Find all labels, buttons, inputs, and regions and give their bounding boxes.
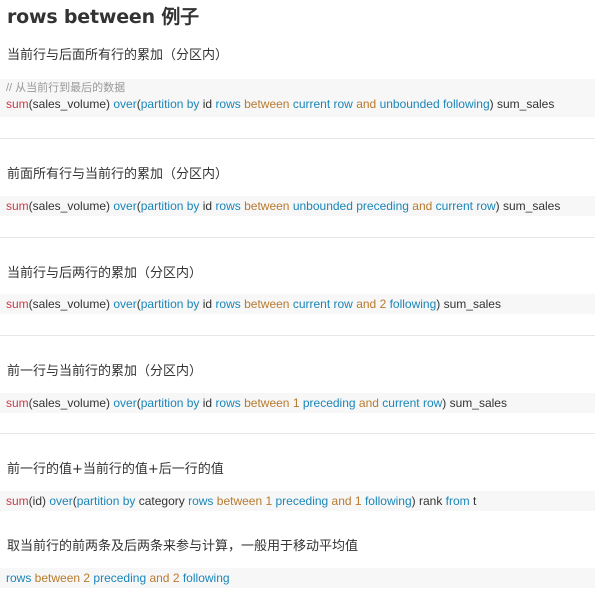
code-token-keyword: rows — [215, 199, 241, 213]
code-token-function: sum — [6, 297, 29, 311]
code-token-identifier: ) rank — [411, 494, 446, 508]
code-token-identifier: ) sum_sales — [442, 396, 507, 410]
code-token-identifier: (sales_volume) — [28, 97, 114, 111]
section-heading: 前面所有行与当前行的累加（分区内） — [7, 167, 229, 182]
code-token-identifier: (sales_volume) — [28, 297, 114, 311]
code-token-identifier: id — [199, 396, 216, 410]
code-token-identifier: (id) — [28, 494, 50, 508]
code-token-operator: between — [31, 571, 84, 585]
code-token-operator: and — [355, 396, 383, 410]
code-block: // 从当前行到最后的数据 sum(sales_volume) over(par… — [0, 79, 595, 117]
code-block: rows between 2 preceding and 2 following — [0, 568, 595, 588]
code-line: sum(sales_volume) over(partition by id r… — [6, 295, 595, 313]
code-token-keyword: over — [49, 494, 73, 508]
divider — [0, 335, 595, 336]
section-heading: 前一行与当前行的累加（分区内） — [7, 364, 203, 379]
code-token-function: sum — [6, 396, 29, 410]
code-token-keyword: rows — [6, 571, 32, 585]
code-token-keyword: partition by — [76, 494, 136, 508]
code-token-keyword: following — [386, 297, 437, 311]
code-token-keyword: over — [113, 199, 137, 213]
code-token-identifier: t — [469, 494, 477, 508]
code-token-identifier: id — [199, 97, 216, 111]
code-token-function: sum — [6, 97, 29, 111]
code-token-operator: and — [146, 571, 173, 585]
code-token-keyword: partition by — [140, 297, 200, 311]
code-token-operator: and — [328, 494, 355, 508]
code-line: sum(sales_volume) over(partition by id r… — [6, 394, 595, 412]
code-token-keyword: following — [179, 571, 230, 585]
code-token-identifier: id — [199, 297, 216, 311]
code-token-keyword: over — [113, 97, 137, 111]
code-token-keyword: rows — [215, 396, 241, 410]
code-block: sum(sales_volume) over(partition by id r… — [0, 393, 595, 413]
code-token-identifier: ) sum_sales — [489, 97, 555, 111]
code-line: sum(id) over(partition by category rows … — [6, 492, 595, 510]
code-token-identifier: ) sum_sales — [436, 297, 501, 311]
divider — [0, 433, 595, 434]
code-token-operator: between — [240, 297, 293, 311]
code-token-keyword: following — [361, 494, 412, 508]
code-token-operator: between — [240, 97, 293, 111]
section-heading: 取当前行的前两条及后两条来参与计算，一般用于移动平均值 — [7, 539, 359, 554]
code-token-keyword: preceding — [90, 571, 147, 585]
page-title: rows between 例子 — [7, 6, 199, 28]
code-token-keyword: from — [445, 494, 470, 508]
code-token-keyword: rows — [215, 97, 241, 111]
code-token-keyword: unbounded preceding — [292, 199, 409, 213]
code-line: rows between 2 preceding and 2 following — [6, 569, 595, 587]
code-token-function: sum — [6, 199, 29, 213]
section-heading: 当前行与后两行的累加（分区内） — [7, 266, 203, 281]
code-token-identifier: (sales_volume) — [28, 396, 114, 410]
code-token-identifier: (sales_volume) — [28, 199, 114, 213]
section-heading: 当前行与后面所有行的累加（分区内） — [7, 48, 229, 63]
code-token-operator: 2 — [172, 571, 180, 585]
code-token-identifier: category — [135, 494, 189, 508]
code-token-identifier: ) sum_sales — [495, 199, 561, 213]
code-token-operator: between — [213, 494, 266, 508]
code-token-keyword: unbounded following — [379, 97, 490, 111]
code-comment: // 从当前行到最后的数据 — [6, 82, 126, 94]
code-token-keyword: current row — [435, 199, 496, 213]
divider — [0, 138, 595, 139]
code-line: sum(sales_volume) over(partition by id r… — [6, 197, 595, 215]
code-token-keyword: preceding — [272, 494, 329, 508]
code-token-operator: between — [240, 396, 293, 410]
code-token-keyword: rows — [188, 494, 214, 508]
code-token-identifier: id — [199, 199, 216, 213]
code-token-keyword: partition by — [140, 97, 200, 111]
code-block: sum(sales_volume) over(partition by id r… — [0, 196, 595, 216]
code-token-operator: 1 — [292, 396, 300, 410]
code-token-keyword: rows — [215, 297, 241, 311]
code-token-operator: and — [352, 97, 380, 111]
code-token-keyword: current row — [292, 297, 353, 311]
code-token-operator: and — [352, 297, 380, 311]
divider — [0, 237, 595, 238]
code-token-operator: between — [240, 199, 293, 213]
code-token-keyword: partition by — [140, 199, 200, 213]
code-token-operator: and — [408, 199, 436, 213]
section-heading: 前一行的值+当前行的值+后一行的值 — [7, 462, 224, 477]
code-token-keyword: preceding — [299, 396, 356, 410]
code-token-keyword: over — [113, 396, 137, 410]
code-token-keyword: current row — [382, 396, 443, 410]
code-block: sum(sales_volume) over(partition by id r… — [0, 294, 595, 314]
code-token-keyword: partition by — [140, 396, 200, 410]
code-token-keyword: over — [113, 297, 137, 311]
code-block: sum(id) over(partition by category rows … — [0, 491, 595, 511]
code-token-function: sum — [6, 494, 29, 508]
code-line: sum(sales_volume) over(partition by id r… — [6, 95, 595, 113]
code-token-operator: 1 — [354, 494, 362, 508]
code-token-keyword: current row — [292, 97, 353, 111]
